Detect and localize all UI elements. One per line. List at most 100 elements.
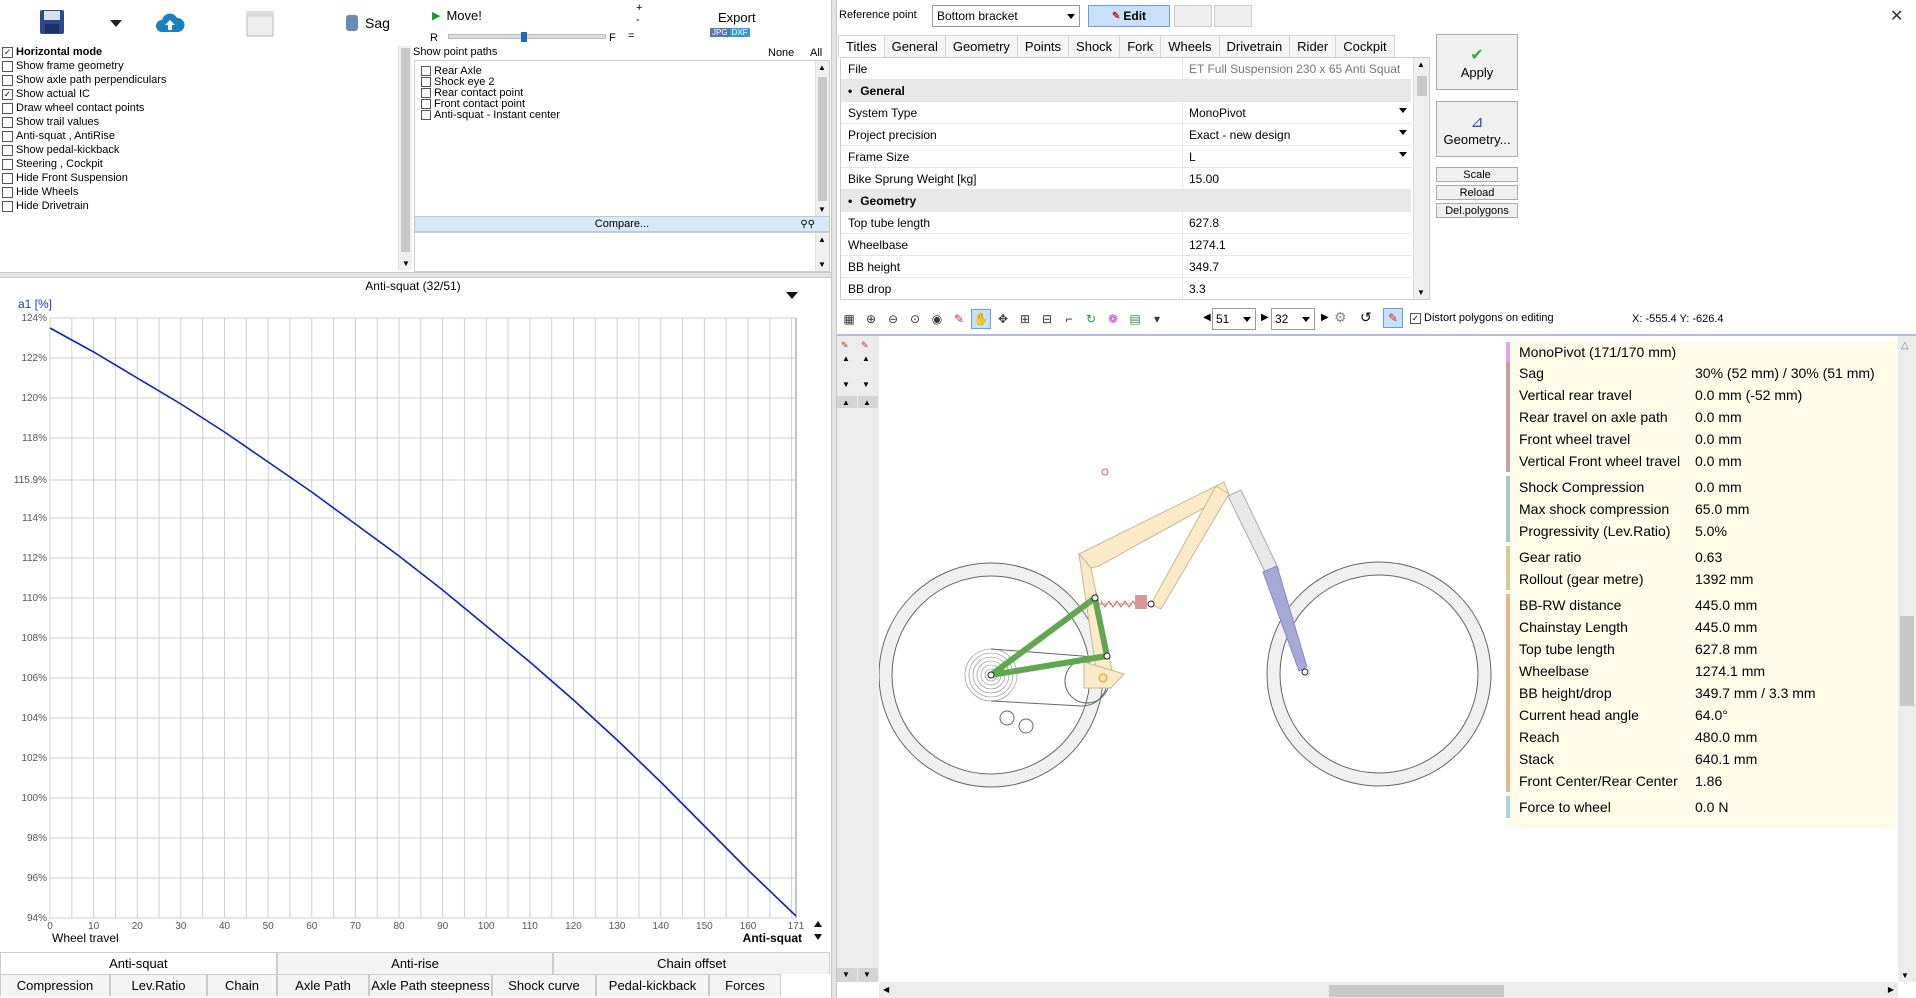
export-formats[interactable]: JPG DXF <box>710 28 750 37</box>
point-path-checkbox[interactable]: Rear contact point <box>421 87 523 99</box>
arrow-up-icon[interactable]: ▲ <box>842 354 850 363</box>
grid-value[interactable]: L <box>1183 146 1411 167</box>
zoom-window-icon[interactable]: ◉ <box>927 309 947 329</box>
grid-value[interactable]: MonoPivot <box>1183 102 1411 123</box>
grid-row[interactable]: System Type MonoPivot <box>841 102 1411 124</box>
canvas-vertical-scrollbar[interactable]: △ ▼ <box>1898 336 1916 982</box>
grid-value[interactable]: 15.00 <box>1183 168 1411 189</box>
scroll-down-icon[interactable]: ▼ <box>402 259 410 268</box>
tab-fork[interactable]: Fork <box>1119 35 1162 57</box>
checkbox-box[interactable] <box>2 102 13 114</box>
grid-row[interactable]: File ET Full Suspension 230 x 65 Anti Squ… <box>841 58 1411 80</box>
checkbox-box[interactable] <box>2 200 13 212</box>
save-dropdown-icon[interactable] <box>110 20 122 27</box>
chart-up-icon[interactable] <box>814 921 822 927</box>
rear-axle-point[interactable] <box>987 671 995 679</box>
plus-label[interactable]: + <box>636 2 642 14</box>
checkbox-box[interactable]: ✓ <box>2 46 13 58</box>
disabled-tool-button-2[interactable] <box>1214 5 1252 27</box>
pin-tool-icon-2[interactable]: ✎ <box>861 340 869 351</box>
align-icon[interactable]: ⊟ <box>1037 309 1057 329</box>
checkbox-box[interactable] <box>421 65 431 76</box>
front-chainring-select[interactable]: 51 <box>1212 308 1256 330</box>
scroll-down-icon[interactable]: ▼ <box>837 968 857 982</box>
draw-icon[interactable]: ✎ <box>949 309 969 329</box>
arrow-up-icon[interactable]: ▲ <box>862 354 870 363</box>
bike-icon[interactable]: ⚲⚲ <box>800 219 815 230</box>
tab-rider[interactable]: Rider <box>1289 35 1337 57</box>
front-axle-point[interactable] <box>1301 668 1309 676</box>
option-checkbox[interactable]: Anti-squat , AntiRise <box>2 129 115 143</box>
tab-drivetrain[interactable]: Drivetrain <box>1218 35 1291 57</box>
grid-scrollbar[interactable]: ▲ ▼ <box>1413 58 1429 299</box>
chevron-down-icon[interactable] <box>1399 152 1407 157</box>
options-scrollbar[interactable]: ▼ <box>398 46 412 270</box>
minus-label[interactable]: - <box>636 14 640 26</box>
scroll-up-icon[interactable]: ▲ <box>1417 60 1425 69</box>
instant-center-point[interactable] <box>1101 468 1109 476</box>
angle-icon[interactable]: ⌐ <box>1059 309 1079 329</box>
scale-button[interactable]: Scale <box>1436 167 1518 182</box>
grid-value[interactable]: ET Full Suspension 230 x 65 Anti Squat <box>1183 58 1411 79</box>
bottom-bracket-point[interactable] <box>1098 673 1108 683</box>
tab-points[interactable]: Points <box>1016 35 1070 57</box>
jpg-badge[interactable]: JPG <box>710 28 730 37</box>
slider-thumb[interactable] <box>521 32 527 42</box>
grid-row[interactable]: BB drop 3.3 <box>841 278 1411 299</box>
compare-button[interactable]: Compare... ⚲⚲ <box>414 216 830 232</box>
checkbox-box[interactable] <box>421 98 431 109</box>
checkbox-box[interactable] <box>2 74 13 86</box>
scroll-right-icon[interactable]: ▶ <box>1888 985 1894 994</box>
chevron-down-icon[interactable] <box>1399 108 1407 113</box>
export-label[interactable]: Export <box>718 10 756 25</box>
tab-titles[interactable]: Titles <box>838 35 885 57</box>
tab-chain[interactable]: Chain <box>207 974 277 996</box>
save-icon[interactable] <box>38 8 68 38</box>
horizontal-splitter[interactable] <box>0 272 832 278</box>
grid-row[interactable]: Top tube length 627.8 <box>841 212 1411 234</box>
grid-row[interactable]: Frame Size L <box>841 146 1411 168</box>
sag-button[interactable]: Sag <box>345 14 390 32</box>
hand-pan-icon[interactable]: ✋ <box>971 309 991 329</box>
scroll-down-icon[interactable]: ▼ <box>818 260 826 269</box>
compare-scrollbar[interactable]: ▲ ▼ <box>815 233 829 271</box>
paths-scroll-thumb[interactable] <box>818 77 827 201</box>
tab-anti-squat[interactable]: Anti-squat <box>0 952 277 974</box>
grid-row[interactable]: Project precision Exact - new design <box>841 124 1411 146</box>
arrow-down-icon[interactable]: ▼ <box>842 380 850 389</box>
reference-point-select[interactable]: Bottom bracket <box>932 5 1080 27</box>
rear-cog-select[interactable]: 32 <box>1271 308 1315 330</box>
scroll-up-icon[interactable]: △ <box>1901 340 1909 351</box>
canvas-hscroll-thumb[interactable] <box>1329 985 1504 997</box>
shock-eye-point[interactable] <box>1091 594 1099 602</box>
refresh-icon[interactable]: ↺ <box>1360 309 1372 326</box>
scroll-left-icon[interactable]: ◀ <box>883 985 889 994</box>
point-path-checkbox[interactable]: Shock eye 2 <box>421 76 495 88</box>
front-wheel[interactable] <box>1266 561 1492 787</box>
tab-geometry[interactable]: Geometry <box>944 35 1018 57</box>
point-path-checkbox[interactable]: Anti-squat - Instant center <box>421 109 560 121</box>
window-icon[interactable] <box>246 11 274 40</box>
next-front-icon[interactable]: ▶ <box>1261 312 1269 323</box>
option-checkbox[interactable]: Hide Front Suspension <box>2 171 128 185</box>
pin-icon[interactable]: ✎ <box>1383 308 1403 328</box>
checkbox-box[interactable] <box>2 144 13 156</box>
scroll-down-icon[interactable]: ▼ <box>858 968 878 982</box>
tab-chain-offset[interactable]: Chain offset <box>553 952 831 974</box>
checkbox-box[interactable] <box>2 130 13 142</box>
scroll-up-icon[interactable]: ▲ <box>858 396 878 408</box>
checkbox-box[interactable] <box>421 76 431 87</box>
option-checkbox[interactable]: Draw wheel contact points <box>2 101 144 115</box>
tab-axle-path-steepness[interactable]: Axle Path steepness <box>369 974 492 996</box>
paths-scrollbar[interactable]: ▲ ▼ <box>815 61 829 216</box>
checkbox-box[interactable] <box>2 116 13 128</box>
pin-tool-icon-1[interactable]: ✎ <box>841 340 849 351</box>
scroll-up-icon[interactable]: ▲ <box>818 235 826 244</box>
grid-value[interactable]: 3.3 <box>1183 278 1411 299</box>
scroll-down-icon[interactable]: ▼ <box>818 205 826 214</box>
more-dropdown-icon[interactable]: ▾ <box>1147 309 1167 329</box>
zoom-in-icon[interactable]: ⊕ <box>861 309 881 329</box>
image-icon[interactable]: ▤ <box>1125 309 1145 329</box>
checkbox-box[interactable] <box>2 186 13 198</box>
paths-all-link[interactable]: All <box>810 47 822 59</box>
